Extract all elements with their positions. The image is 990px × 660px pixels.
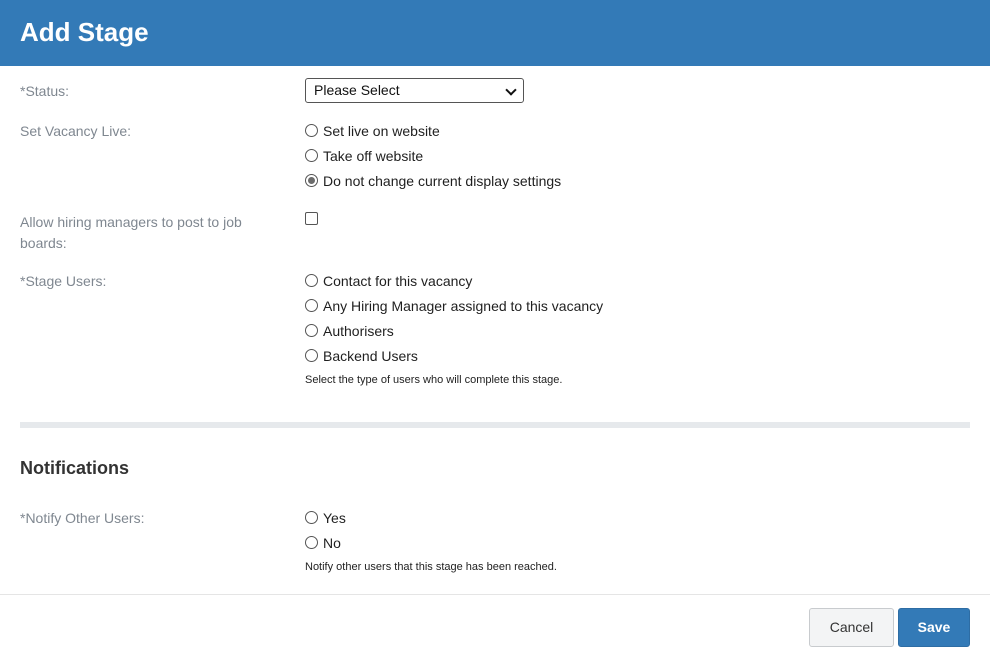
radio-take-off[interactable] [305,149,318,162]
option-label: Authorisers [323,323,394,339]
option-label: Yes [323,510,346,526]
cancel-button[interactable]: Cancel [809,608,894,647]
radio-backend[interactable] [305,349,318,362]
dialog-header: Add Stage [0,0,990,66]
vacancy-live-label: Set Vacancy Live: [20,123,132,139]
save-button[interactable]: Save [898,608,970,647]
radio-no[interactable] [305,536,318,549]
hiring-managers-checkbox[interactable] [305,212,318,225]
option-label: Contact for this vacancy [323,273,473,289]
radio-authorisers[interactable] [305,324,318,337]
dialog-title: Add Stage [20,17,149,47]
radio-yes[interactable] [305,511,318,524]
option-label: Set live on website [323,123,440,139]
status-select[interactable]: Please Select [305,78,524,103]
option-label: Take off website [323,148,424,164]
status-label: *Status: [20,83,70,99]
hiring-managers-label: Allow hiring managers to post to job boa… [20,214,242,251]
radio-no-change[interactable] [305,174,318,187]
stage-users-label: *Stage Users: [20,273,107,289]
stage-users-help: Select the type of users who will comple… [305,374,563,386]
radio-set-live[interactable] [305,124,318,137]
option-label: Any Hiring Manager assigned to this vaca… [323,298,604,314]
notifications-heading: Notifications [20,458,130,478]
radio-contact[interactable] [305,274,318,287]
option-label: No [323,535,341,551]
footer-divider [0,594,990,595]
notify-help: Notify other users that this stage has b… [305,561,557,573]
radio-hiring-manager[interactable] [305,299,318,312]
option-label: Backend Users [323,348,418,364]
option-label: Do not change current display settings [323,173,562,189]
chevron-down-icon [505,84,517,96]
notify-label: *Notify Other Users: [20,510,145,526]
section-divider [20,422,970,428]
status-select-value: Please Select [314,82,400,98]
